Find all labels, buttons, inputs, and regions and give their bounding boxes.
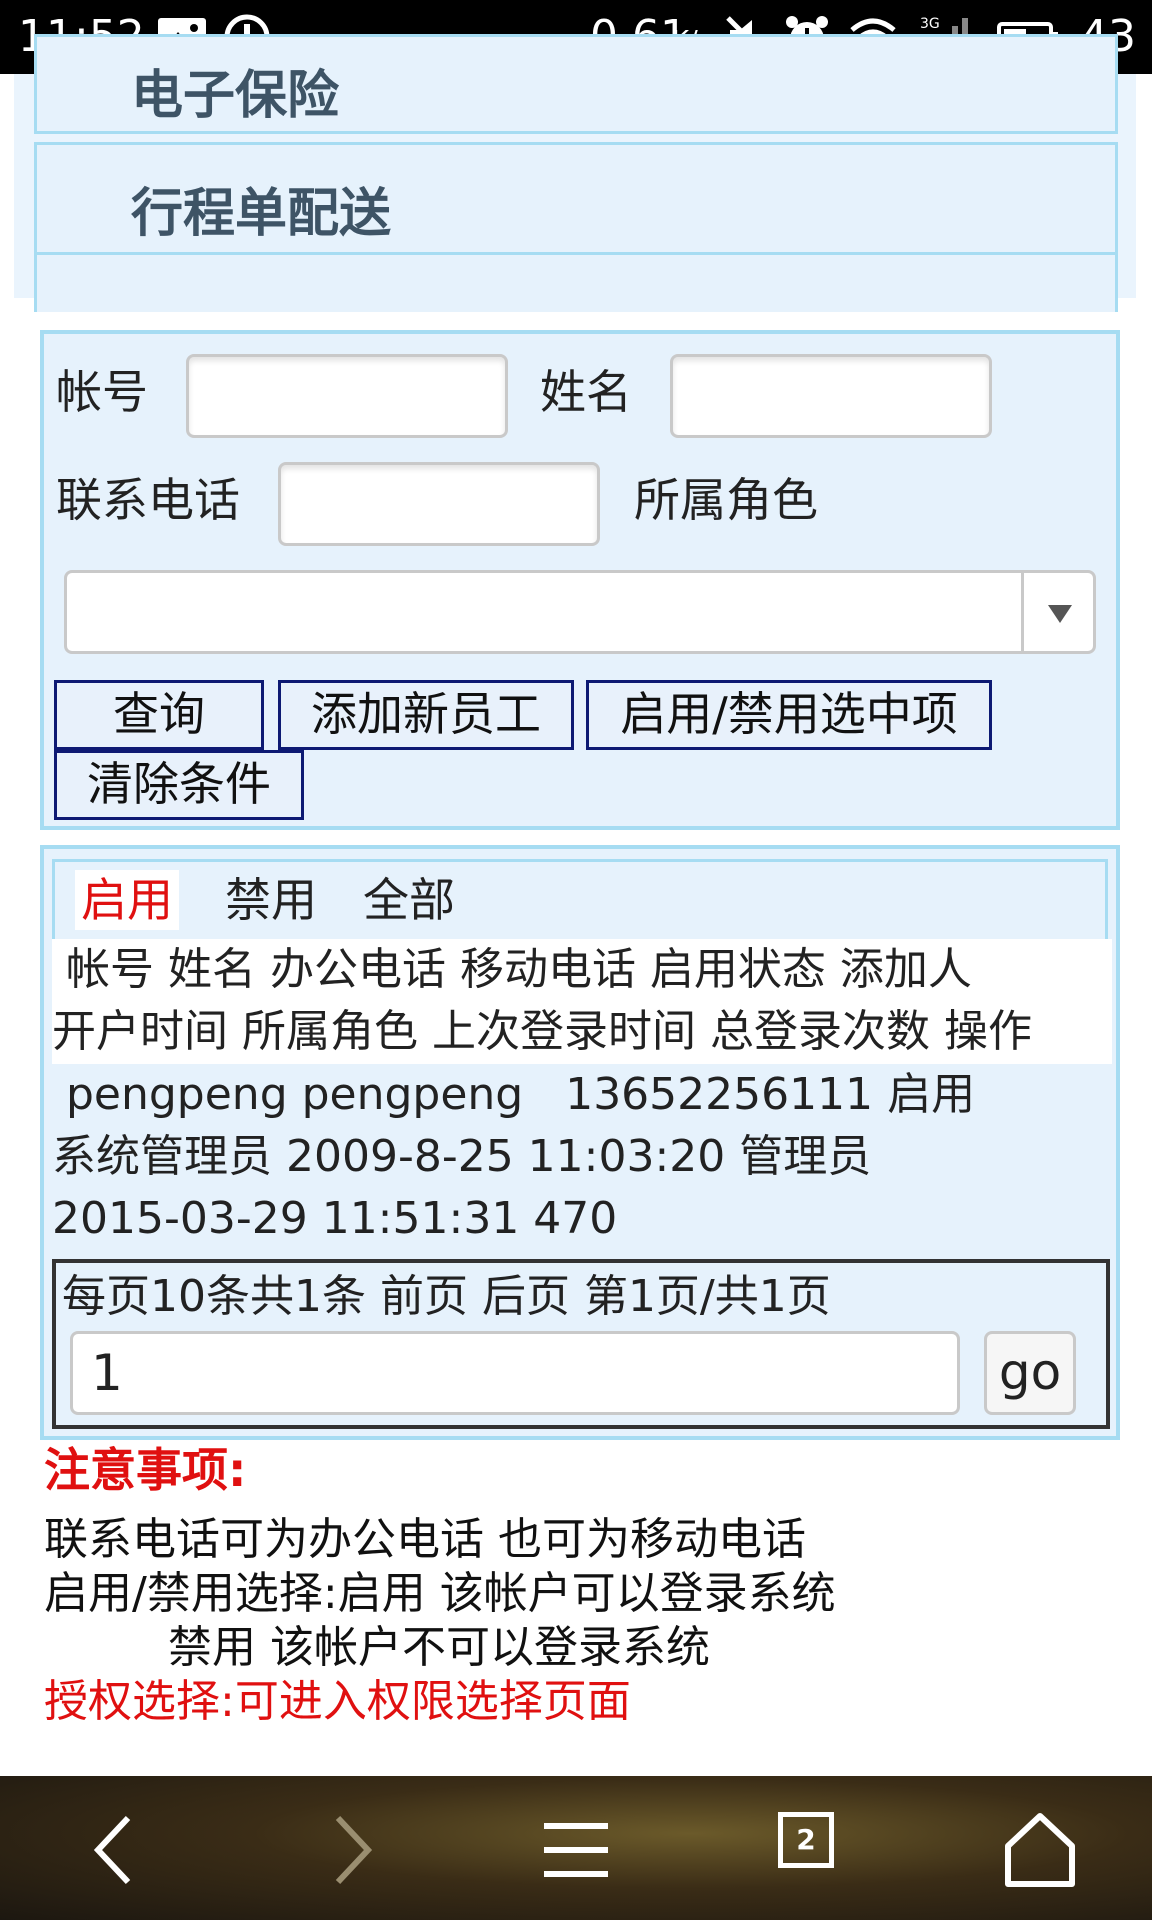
chevron-down-icon [1048,605,1072,623]
home-icon[interactable] [1000,1810,1080,1890]
forward-icon[interactable] [310,1810,390,1890]
account-label: 帐号 [56,365,148,419]
notes-line: 启用/禁用选择:启用 该帐户可以登录系统 [44,1568,836,1619]
notes-line-authorization: 授权选择:可进入权限选择页面 [44,1676,631,1727]
navigation-bar: 2 [0,1776,1152,1920]
notes-line: 禁用 该帐户不可以登录系统 [168,1622,710,1673]
role-label: 所属角色 [634,473,818,527]
query-button[interactable]: 查询 [54,680,264,750]
phone-input[interactable] [278,462,600,546]
back-icon[interactable] [76,1810,156,1890]
table-row-line: 系统管理员 2009-8-25 11:03:20 管理员 [52,1131,872,1182]
clear-conditions-button[interactable]: 清除条件 [54,750,304,820]
phone-label: 联系电话 [56,473,240,527]
side-menu: 电子保险 行程单配送 [14,34,1136,312]
toggle-selected-button[interactable]: 启用/禁用选中项 [586,680,992,750]
tabs-icon[interactable]: 2 [776,1810,856,1890]
name-label: 姓名 [540,365,632,419]
tabs-count: 2 [778,1812,834,1868]
notes-line: 联系电话可为办公电话 也可为移动电话 [44,1514,806,1565]
menu-item-itinerary-delivery[interactable]: 行程单配送 [34,142,1118,256]
table-row-line: pengpeng pengpeng 13652256111 启用 [52,1069,976,1120]
name-input[interactable] [670,354,992,438]
tab-enabled[interactable]: 启用 [75,870,179,930]
menu-item-label: 行程单配送 [131,184,392,244]
table-header-line: 帐号 姓名 办公电话 移动电话 启用状态 添加人 [52,944,972,995]
page-number-input[interactable]: 1 [70,1331,960,1415]
status-tabs: 启用 禁用 全部 [52,859,1108,939]
pagination-info: 每页10条共1条 前页 后页 第1页/共1页 [62,1271,831,1322]
menu-item-e-insurance[interactable]: 电子保险 [34,34,1118,134]
menu-item-label: 电子保险 [131,66,340,126]
dropdown-arrow-button[interactable] [1021,573,1093,651]
table-header: 帐号 姓名 办公电话 移动电话 启用状态 添加人 开户时间 所属角色 上次登录时… [52,939,1112,1064]
menu-icon[interactable] [536,1810,616,1890]
search-panel: 帐号 姓名 联系电话 所属角色 查询 添加新员工 启用/禁用选中项 清除条件 [40,330,1120,830]
table-row[interactable]: pengpeng pengpeng 13652256111 启用 系统管理员 2… [52,1064,1112,1250]
add-employee-button[interactable]: 添加新员工 [278,680,574,750]
menu-item-empty [34,252,1118,312]
table-row-line: 2015-03-29 11:51:31 470 [52,1193,618,1244]
role-select[interactable] [64,570,1096,654]
svg-text:3G: 3G [920,16,940,32]
account-input[interactable] [186,354,508,438]
pagination: 每页10条共1条 前页 后页 第1页/共1页 1 go [52,1259,1110,1429]
table-header-line: 开户时间 所属角色 上次登录时间 总登录次数 操作 [52,1006,1032,1057]
go-button[interactable]: go [984,1331,1076,1415]
tab-all[interactable]: 全部 [357,870,461,930]
notes-title: 注意事项: [44,1443,247,1497]
results-panel: 启用 禁用 全部 帐号 姓名 办公电话 移动电话 启用状态 添加人 开户时间 所… [40,845,1120,1440]
tab-disabled[interactable]: 禁用 [219,870,323,930]
